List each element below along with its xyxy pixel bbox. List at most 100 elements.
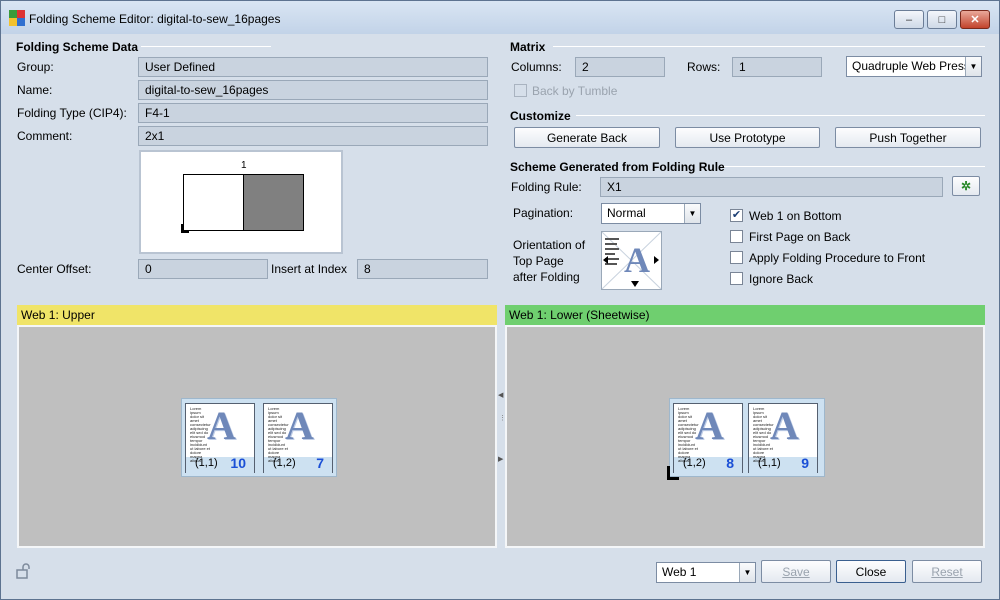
web1-on-bottom-label: Web 1 on Bottom: [749, 209, 842, 223]
apply-folding-procedure-label: Apply Folding Procedure to Front: [749, 251, 926, 265]
preview-back-cell: [243, 174, 304, 231]
first-page-on-back-label: First Page on Back: [749, 230, 851, 244]
page-letter-icon: A: [770, 403, 799, 448]
web-type-value: Quadruple Web Press: [852, 59, 970, 73]
upper-panel-canvas[interactable]: Lorem ipsum dolor sit amet consectetur a…: [17, 325, 497, 548]
use-prototype-button[interactable]: Use Prototype: [675, 127, 820, 148]
scheme-rule-title: Scheme Generated from Folding Rule: [510, 160, 725, 174]
folding-rule-field[interactable]: X1: [600, 177, 943, 197]
page-letter-icon: A: [285, 403, 314, 448]
reset-button[interactable]: Reset: [912, 560, 982, 583]
chevron-right-icon[interactable]: ▶: [498, 455, 503, 463]
page-number: 9: [801, 455, 809, 471]
folding-type-field[interactable]: F4-1: [138, 103, 488, 123]
chevron-down-icon: ▼: [739, 563, 755, 582]
back-by-tumble-label: Back by Tumble: [532, 84, 618, 98]
section-divider: [576, 115, 985, 116]
page-position: (1,2): [273, 457, 296, 469]
customize-title: Customize: [510, 109, 571, 123]
lower-panel-canvas[interactable]: Lorem ipsum dolor sit amet consectetur a…: [505, 325, 985, 548]
corner-mark-icon: [667, 466, 679, 480]
web-select-value: Web 1: [662, 565, 697, 579]
push-together-button[interactable]: Push Together: [835, 127, 981, 148]
orientation-label-line2: Top Page: [513, 254, 564, 268]
pagination-select[interactable]: Normal ▼: [601, 203, 701, 224]
upper-page-10[interactable]: Lorem ipsum dolor sit amet consectetur a…: [185, 403, 255, 473]
orientation-page-icon[interactable]: A: [601, 231, 662, 290]
columns-field[interactable]: 2: [575, 57, 665, 77]
columns-label: Columns:: [511, 60, 562, 74]
folding-rule-label: Folding Rule:: [511, 180, 582, 194]
comment-field[interactable]: 2x1: [138, 126, 488, 146]
preview-column-number: 1: [241, 160, 247, 171]
minimize-button[interactable]: –: [894, 10, 924, 29]
panel-splitter[interactable]: ◀ ⋮ ▶: [498, 305, 506, 548]
apply-folding-procedure-checkbox[interactable]: [730, 251, 743, 264]
upper-panel-title: Web 1: Upper: [21, 308, 95, 322]
upper-page-7[interactable]: Lorem ipsum dolor sit amet consectetur a…: [263, 403, 333, 473]
pagination-value: Normal: [607, 206, 646, 220]
ignore-back-label: Ignore Back: [749, 272, 814, 286]
rows-label: Rows:: [687, 60, 721, 74]
maximize-button[interactable]: □: [927, 10, 957, 29]
close-button[interactable]: Close: [836, 560, 906, 583]
pagination-label: Pagination:: [513, 206, 574, 220]
page-position: (1,1): [758, 457, 781, 469]
section-divider: [141, 46, 271, 47]
ignore-back-checkbox[interactable]: [730, 272, 743, 285]
name-field[interactable]: digital-to-sew_16pages: [138, 80, 488, 100]
comment-label: Comment:: [17, 129, 73, 143]
center-offset-field[interactable]: 0: [138, 259, 268, 279]
page-letter-icon: A: [695, 403, 724, 448]
back-by-tumble-checkbox[interactable]: [514, 84, 527, 97]
web-select[interactable]: Web 1 ▼: [656, 562, 756, 583]
lower-panel-header: Web 1: Lower (Sheetwise): [505, 305, 985, 326]
folding-type-label: Folding Type (CIP4):: [17, 106, 127, 120]
apply-rule-icon[interactable]: ✲: [952, 176, 980, 196]
unlock-icon[interactable]: [16, 563, 31, 579]
name-label: Name:: [17, 83, 53, 97]
lower-page-8[interactable]: Lorem ipsum dolor sit amet consectetur a…: [673, 403, 743, 473]
orientation-label-line1: Orientation of: [513, 238, 586, 252]
orientation-label-line3: after Folding: [513, 270, 580, 284]
insert-at-index-label: Insert at Index: [271, 262, 348, 276]
preview-front-cell: [183, 174, 244, 231]
matrix-title: Matrix: [510, 40, 546, 54]
corner-mark-icon: [181, 224, 189, 233]
scheme-preview: 1: [139, 150, 343, 254]
page-number: 10: [230, 455, 246, 471]
upper-panel-header: Web 1: Upper: [17, 305, 497, 326]
rows-field[interactable]: 1: [732, 57, 822, 77]
chevron-left-icon[interactable]: ◀: [498, 391, 503, 399]
group-label: Group:: [17, 60, 54, 74]
chevron-down-icon: ▼: [965, 57, 981, 76]
web1-on-bottom-checkbox[interactable]: ✔: [730, 209, 743, 222]
section-divider: [553, 46, 985, 47]
section-divider: [724, 166, 985, 167]
svg-text:A: A: [624, 240, 650, 280]
window-title: Folding Scheme Editor: digital-to-sew_16…: [29, 12, 281, 26]
insert-at-index-field[interactable]: 8: [357, 259, 488, 279]
lower-page-9[interactable]: Lorem ipsum dolor sit amet consectetur a…: [748, 403, 818, 473]
page-position: (1,1): [195, 457, 218, 469]
page-position: (1,2): [683, 457, 706, 469]
app-icon: [9, 10, 25, 26]
save-button[interactable]: Save: [761, 560, 831, 583]
page-number: 8: [726, 455, 734, 471]
web-type-select[interactable]: Quadruple Web Press ▼: [846, 56, 982, 77]
center-offset-label: Center Offset:: [17, 262, 92, 276]
close-window-button[interactable]: ✕: [960, 10, 990, 29]
folding-scheme-editor-window: Folding Scheme Editor: digital-to-sew_16…: [0, 0, 1000, 600]
first-page-on-back-checkbox[interactable]: [730, 230, 743, 243]
lower-panel-title: Web 1: Lower (Sheetwise): [509, 308, 650, 322]
page-number: 7: [316, 455, 324, 471]
upper-sheet[interactable]: Lorem ipsum dolor sit amet consectetur a…: [181, 398, 337, 477]
page-letter-icon: A: [207, 403, 236, 448]
lower-sheet[interactable]: Lorem ipsum dolor sit amet consectetur a…: [669, 398, 825, 477]
title-bar[interactable]: Folding Scheme Editor: digital-to-sew_16…: [1, 1, 999, 34]
folding-scheme-data-title: Folding Scheme Data: [16, 40, 139, 54]
group-field[interactable]: User Defined: [138, 57, 488, 77]
generate-back-button[interactable]: Generate Back: [514, 127, 660, 148]
orientation-diagonal-icon: A: [602, 232, 661, 289]
chevron-down-icon: ▼: [684, 204, 700, 223]
